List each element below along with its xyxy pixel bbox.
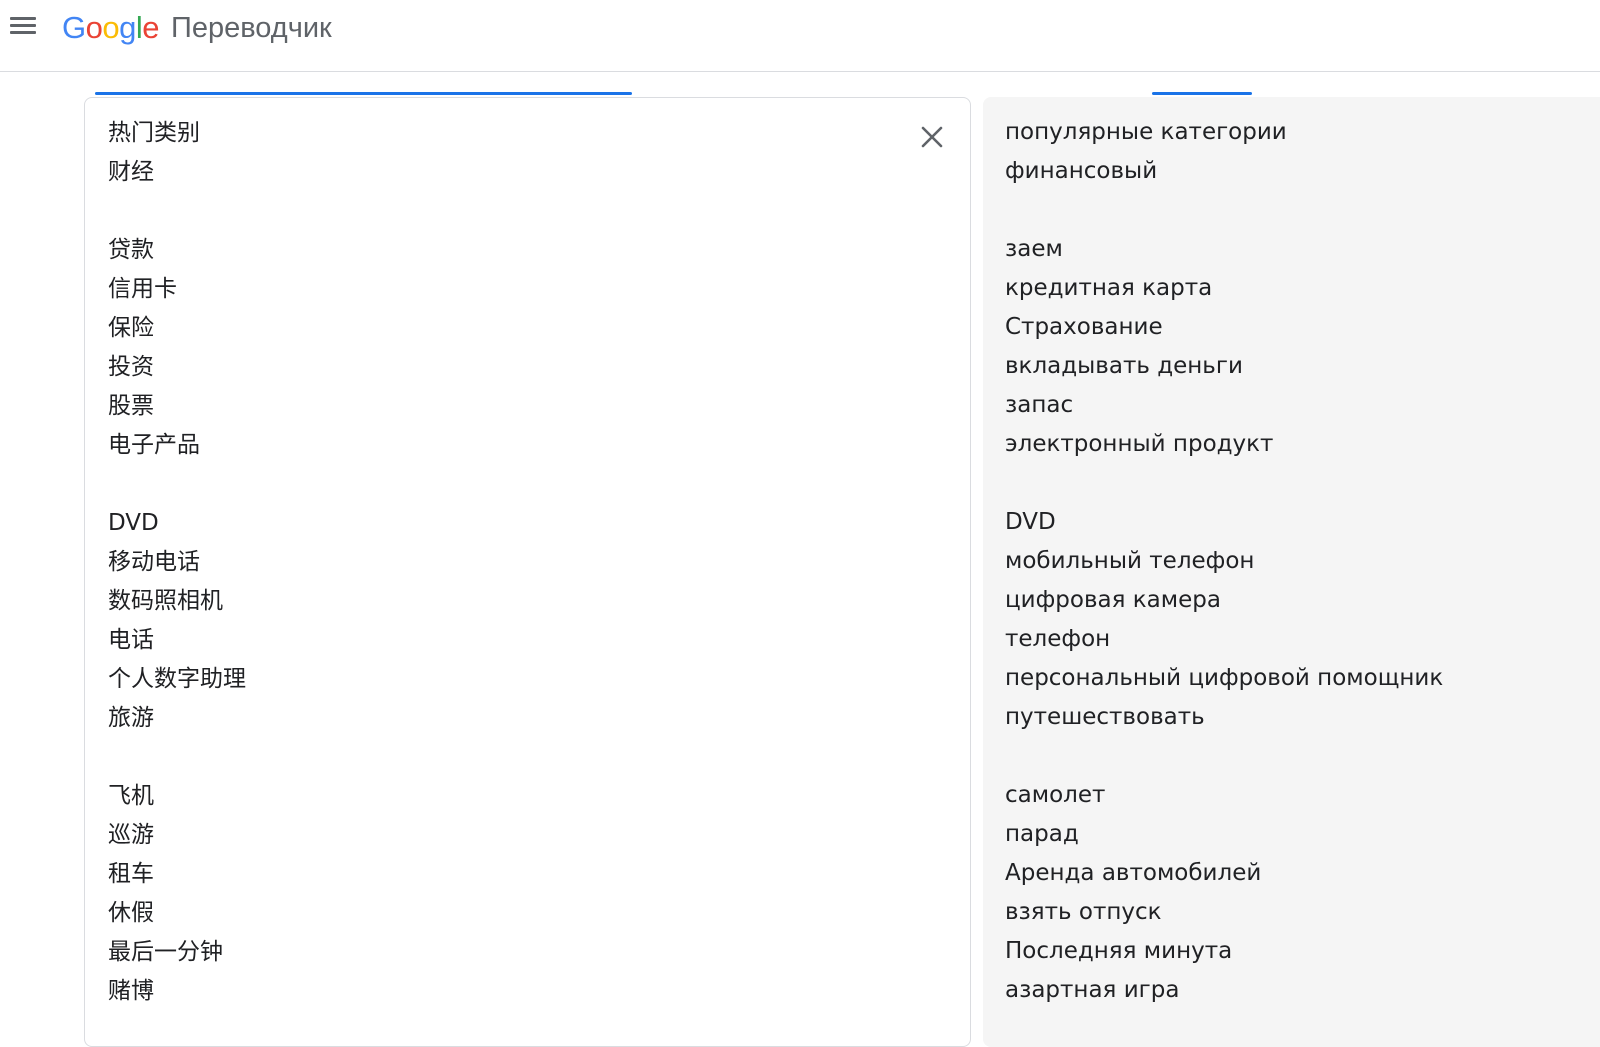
app-header: Google Переводчик bbox=[0, 0, 1600, 72]
translation-text-area: популярные категории финансовый заем кредит… bbox=[1005, 113, 1443, 1010]
product-name: Переводчик bbox=[171, 12, 332, 44]
target-language-tab-indicator bbox=[1152, 92, 1252, 95]
logo-letter: G bbox=[62, 10, 86, 45]
target-line: парад bbox=[1005, 821, 1079, 847]
source-line: 飞机 bbox=[108, 783, 154, 809]
source-line: 投资 bbox=[108, 354, 154, 380]
logo-letter: g bbox=[119, 10, 136, 45]
source-line: 信用卡 bbox=[108, 276, 177, 302]
source-text-panel[interactable]: 热门类别财经贷款信用卡保险投资股票电子产品 DVD 移动电话数码照相机电话个人数字助… bbox=[84, 97, 971, 1047]
source-line: 电子产品 bbox=[108, 432, 200, 458]
target-line: мобильный телефон bbox=[1005, 548, 1255, 574]
source-line: 旅游 bbox=[108, 705, 154, 731]
target-line: Последняя минута bbox=[1005, 938, 1233, 964]
source-line: 个人数字助理 bbox=[108, 666, 246, 692]
target-line: кредитная карта bbox=[1005, 275, 1213, 301]
source-line bbox=[108, 738, 246, 777]
target-line: путешествовать bbox=[1005, 704, 1205, 730]
source-line bbox=[108, 465, 246, 504]
source-line: 巡游 bbox=[108, 822, 154, 848]
source-line: 最后一分钟 bbox=[108, 939, 223, 965]
source-line bbox=[108, 192, 246, 231]
hamburger-menu-icon[interactable] bbox=[8, 10, 38, 40]
source-line: 股票 bbox=[108, 393, 154, 419]
logo-letter: o bbox=[102, 10, 120, 45]
google-logo[interactable]: Google bbox=[62, 6, 160, 50]
source-line: 保险 bbox=[108, 315, 154, 341]
target-line bbox=[1005, 191, 1443, 230]
source-line: 赌博 bbox=[108, 978, 154, 1004]
target-line: самолет bbox=[1005, 782, 1106, 808]
target-line: заем bbox=[1005, 236, 1063, 262]
close-icon[interactable] bbox=[917, 122, 947, 152]
source-language-tab-indicator bbox=[95, 92, 632, 95]
target-line bbox=[1005, 737, 1443, 776]
target-line: Страхование bbox=[1005, 314, 1163, 340]
translation-panel: популярные категории финансовый заем кредит… bbox=[983, 97, 1600, 1047]
source-line: 电话 bbox=[108, 627, 154, 653]
source-text-area[interactable]: 热门类别财经贷款信用卡保险投资股票电子产品 DVD 移动电话数码照相机电话个人数字助… bbox=[108, 114, 246, 1011]
target-line: электронный продукт bbox=[1005, 431, 1274, 457]
source-line: 数码照相机 bbox=[108, 588, 223, 614]
logo-letter: e bbox=[142, 10, 160, 45]
target-line: цифровая камера bbox=[1005, 587, 1221, 613]
target-line bbox=[1005, 464, 1443, 503]
target-line: финансовый bbox=[1005, 158, 1158, 184]
source-line: 热门类别 bbox=[108, 120, 200, 146]
source-line: 财经 bbox=[108, 159, 154, 185]
source-line: 租车 bbox=[108, 861, 154, 887]
source-line: 休假 bbox=[108, 900, 154, 926]
target-line: популярные категории bbox=[1005, 119, 1287, 145]
target-line: азартная игра bbox=[1005, 977, 1180, 1003]
target-line: запас bbox=[1005, 392, 1074, 418]
source-line: 移动电话 bbox=[108, 549, 200, 575]
target-line: DVD bbox=[1005, 509, 1056, 535]
target-line: вкладывать деньги bbox=[1005, 353, 1243, 379]
source-line: DVD bbox=[108, 510, 159, 536]
target-line: телефон bbox=[1005, 626, 1111, 652]
target-line: Аренда автомобилей bbox=[1005, 860, 1262, 886]
source-line: 贷款 bbox=[108, 237, 154, 263]
target-line: взять отпуск bbox=[1005, 899, 1162, 925]
logo-letter: o bbox=[85, 10, 103, 45]
target-line: персональный цифровой помощник bbox=[1005, 665, 1444, 691]
